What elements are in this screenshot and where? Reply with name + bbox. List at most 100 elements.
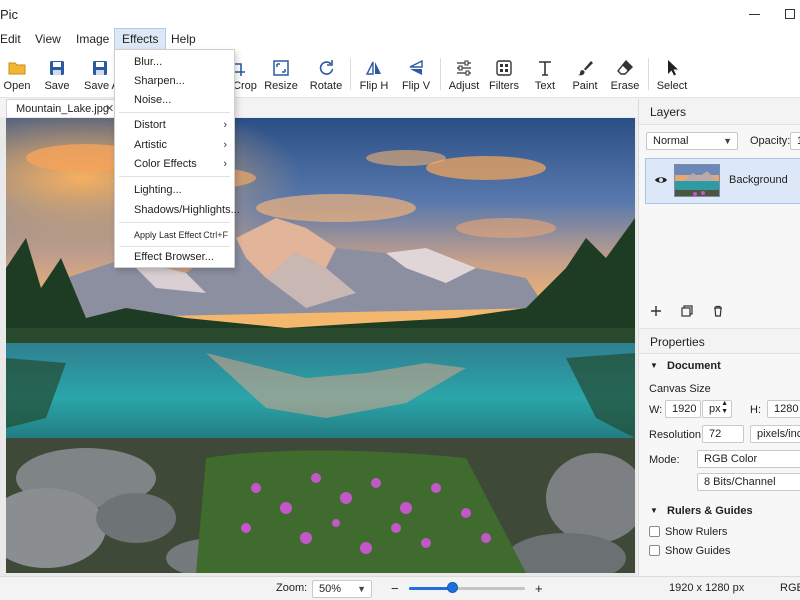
blend-mode-select[interactable]: Normal ▼ [646, 132, 738, 150]
maximize-icon [785, 9, 795, 19]
menu-bar: Edit View Image Effects Help [0, 28, 800, 50]
resize-button[interactable]: Resize [264, 54, 298, 96]
show-rulers-checkbox[interactable] [649, 526, 660, 537]
resolution-input[interactable]: 72 [702, 425, 744, 443]
layer-row-background[interactable]: Background [645, 158, 800, 204]
submenu-arrow-icon: › [223, 119, 227, 131]
rulers-section-header[interactable]: ▼ Rulers & Guides [639, 500, 800, 522]
stepper-icon: ▲ ▼ [721, 400, 728, 415]
document-tab[interactable]: Mountain_Lake.jpg ✕ [6, 99, 118, 118]
cursor-arrow-icon [668, 60, 678, 76]
toolbar-separator [648, 58, 649, 90]
image-canvas [6, 118, 635, 573]
menu-image[interactable]: Image [69, 28, 116, 50]
menu-item-noise[interactable]: Noise... [115, 90, 234, 110]
menu-item-apply-last-effect[interactable]: Apply Last Effect Ctrl+F [115, 225, 234, 245]
title-bar: Pic [0, 0, 800, 28]
canvas-size-label: Canvas Size [649, 383, 711, 395]
rotate-icon [319, 60, 334, 75]
menu-item-distort[interactable]: Distort › [115, 115, 234, 135]
height-input[interactable]: 1280 [767, 400, 800, 418]
submenu-arrow-icon: › [223, 158, 227, 170]
minimize-button[interactable] [734, 0, 774, 28]
menu-item-artistic[interactable]: Artistic › [115, 135, 234, 155]
open-button[interactable]: Open [0, 54, 34, 96]
toolbar-separator [350, 58, 351, 90]
eraser-icon [617, 59, 633, 75]
text-button[interactable]: Text [530, 54, 560, 96]
close-tab-icon[interactable]: ✕ [105, 100, 114, 118]
add-layer-icon[interactable] [649, 304, 663, 318]
width-label: W: [649, 404, 663, 416]
zoom-slider[interactable] [409, 587, 525, 590]
effects-menu: Blur... Sharpen... Noise... Distort › Art… [114, 49, 240, 268]
visibility-eye-icon[interactable] [654, 175, 668, 185]
shortcut-label: Ctrl+F [203, 230, 228, 240]
save-as-button[interactable]: Save As [82, 54, 124, 96]
menu-item-lighting[interactable]: Lighting... [115, 180, 234, 200]
sliders-icon [457, 60, 471, 76]
filters-icon [496, 60, 512, 76]
menu-item-shadows-highlights[interactable]: Shadows/Highlights... [115, 200, 240, 220]
folder-icon [8, 62, 26, 75]
color-mode-select[interactable]: RGB Color [697, 450, 800, 468]
delete-layer-icon[interactable] [711, 304, 725, 318]
canvas-area[interactable] [0, 117, 637, 576]
toolbar-separator [440, 58, 441, 90]
document-section-header[interactable]: ▼ Document [639, 355, 800, 377]
filters-button[interactable]: Filters [488, 54, 520, 96]
duplicate-layer-icon[interactable] [680, 304, 694, 318]
menu-item-blur[interactable]: Blur... [115, 52, 234, 72]
rotate-button[interactable]: Rotate [310, 54, 342, 96]
width-unit-select[interactable]: px ▲ ▼ [702, 400, 732, 418]
menu-item-effect-browser[interactable]: Effect Browser... [115, 247, 234, 267]
menu-separator [119, 222, 230, 223]
menu-separator [119, 176, 230, 177]
zoom-in-button[interactable]: + [535, 581, 543, 596]
bit-depth-select[interactable]: 8 Bits/Channel [697, 473, 800, 491]
menu-edit[interactable]: Edit [0, 28, 28, 50]
select-button[interactable]: Select [656, 54, 688, 96]
save-button[interactable]: Save [40, 54, 74, 96]
height-label: H: [750, 404, 761, 416]
zoom-label: Zoom: [276, 582, 308, 594]
properties-panel-title: Properties [639, 328, 800, 354]
zoom-slider-handle[interactable] [447, 582, 459, 593]
paint-button[interactable]: Paint [570, 54, 600, 96]
document-tab-label: Mountain_Lake.jpg [16, 103, 109, 115]
show-rulers-label: Show Rulers [665, 526, 728, 538]
menu-view[interactable]: View [28, 28, 68, 50]
opacity-label: Opacity: [750, 135, 791, 147]
zoom-out-button[interactable]: − [391, 581, 399, 596]
flip-v-button[interactable]: Flip V [400, 54, 432, 96]
chevron-down-icon: ▼ [723, 136, 732, 146]
menu-effects[interactable]: Effects [114, 28, 167, 50]
menu-help[interactable]: Help [164, 28, 203, 50]
app-title: Pic [0, 7, 19, 22]
color-mode-status: RGB, [780, 582, 800, 594]
text-icon [539, 61, 551, 76]
maximize-button[interactable] [770, 0, 800, 28]
zoom-select[interactable]: 50% ▼ [312, 580, 372, 598]
flip-h-button[interactable]: Flip H [358, 54, 390, 96]
width-input[interactable]: 1920 [665, 400, 701, 418]
opacity-input[interactable]: 1 [790, 132, 800, 150]
submenu-arrow-icon: › [223, 139, 227, 151]
minimize-icon [748, 13, 760, 15]
menu-item-color-effects[interactable]: Color Effects › [115, 154, 234, 174]
mountain-lake-image[interactable] [6, 118, 635, 573]
adjust-button[interactable]: Adjust [448, 54, 480, 96]
menu-item-sharpen[interactable]: Sharpen... [115, 71, 234, 91]
layer-name: Background [729, 174, 788, 186]
save-icon [50, 61, 64, 75]
collapse-triangle-icon: ▼ [650, 506, 658, 515]
chevron-down-icon: ▼ [357, 584, 366, 594]
erase-button[interactable]: Erase [610, 54, 640, 96]
menu-separator [119, 112, 230, 113]
mode-label: Mode: [649, 454, 680, 466]
status-bar: Zoom: 50% ▼ − + 1920 x 1280 px RGB, [0, 576, 800, 600]
resolution-unit-select[interactable]: pixels/inch [750, 425, 800, 443]
image-dimensions: 1920 x 1280 px [669, 582, 745, 594]
save-as-icon [93, 61, 107, 75]
show-guides-checkbox[interactable] [649, 545, 660, 556]
